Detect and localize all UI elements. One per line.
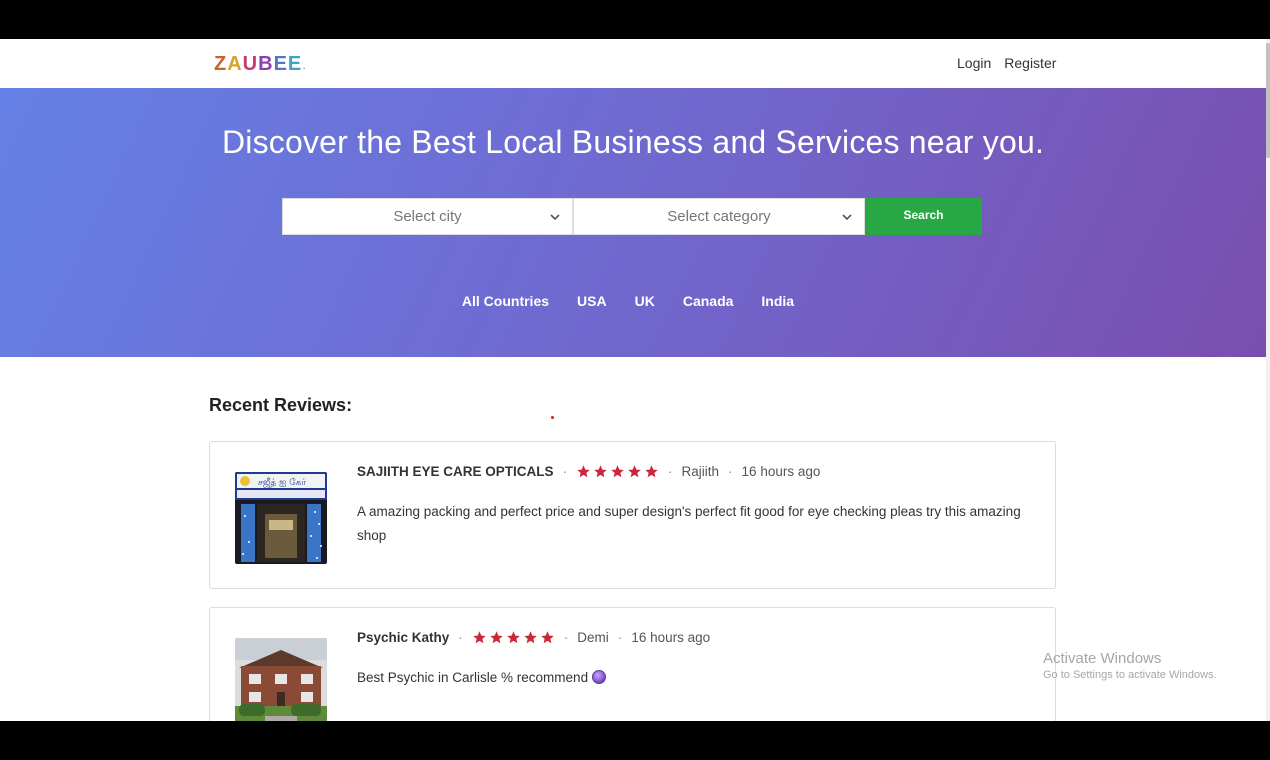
navbar: Z A U B E E ▪ Login Register xyxy=(0,39,1266,88)
country-link-usa[interactable]: USA xyxy=(577,293,607,309)
star-icon xyxy=(473,631,486,644)
recent-reviews-title: Recent Reviews: xyxy=(209,395,353,415)
chevron-down-icon xyxy=(842,214,852,221)
login-link[interactable]: Login xyxy=(957,55,991,71)
dot-separator: · xyxy=(617,630,623,645)
review-time: 16 hours ago xyxy=(631,630,711,645)
dot-separator: · xyxy=(562,464,568,479)
business-name-link[interactable]: Psychic Kathy xyxy=(357,630,449,645)
rating-stars xyxy=(576,464,659,479)
logo-letter: A xyxy=(227,53,243,75)
house-photo xyxy=(235,638,327,721)
country-link-canada[interactable]: Canada xyxy=(683,293,734,309)
country-filter: All Countries USA UK Canada India xyxy=(0,293,1266,309)
business-thumbnail[interactable] xyxy=(235,638,327,721)
reviewer-name: Rajiith xyxy=(681,464,720,479)
review-header: SAJIITH EYE CARE OPTICALS · · Rajiith · … xyxy=(357,464,820,479)
register-link[interactable]: Register xyxy=(1004,55,1056,71)
star-icon xyxy=(507,631,520,644)
page-scrollbar[interactable] xyxy=(1266,39,1270,721)
dot-separator: · xyxy=(728,464,733,479)
star-icon xyxy=(541,631,554,644)
dot-separator: · xyxy=(563,630,569,645)
city-select[interactable]: Select city xyxy=(282,198,573,235)
rating-stars xyxy=(472,630,555,645)
screen-bottom-letterbox xyxy=(0,721,1270,760)
watermark-subtitle: Go to Settings to activate Windows. xyxy=(1043,669,1217,681)
search-form: Select city Select category Search xyxy=(282,198,982,235)
logo-letter: E xyxy=(273,53,288,75)
review-card: Psychic Kathy · · Demi · 16 hours ago Be… xyxy=(209,607,1056,721)
chevron-down-icon xyxy=(550,214,560,221)
city-select-value: Select city xyxy=(393,208,462,225)
logo-letter: E xyxy=(287,53,303,75)
windows-activation-watermark: Activate Windows Go to Settings to activ… xyxy=(1043,650,1217,681)
search-button[interactable]: Search xyxy=(865,198,982,235)
dot-separator: · xyxy=(668,464,673,479)
nav-links: Login Register xyxy=(957,55,1056,71)
country-link-india[interactable]: India xyxy=(761,293,794,309)
site-logo[interactable]: Z A U B E E ▪ xyxy=(214,52,306,81)
star-icon xyxy=(645,465,658,478)
star-icon xyxy=(524,631,537,644)
crystal-ball-icon xyxy=(592,670,607,684)
review-text: Best Psychic in Carlisle % recommend xyxy=(357,666,1037,690)
logo-letter: U xyxy=(242,53,259,75)
reviewer-name: Demi xyxy=(577,630,609,645)
stray-dot xyxy=(551,416,554,419)
review-text: A amazing packing and perfect price and … xyxy=(357,504,1021,543)
logo-letter: Z xyxy=(214,53,228,75)
watermark-title: Activate Windows xyxy=(1043,650,1162,667)
business-thumbnail[interactable]: சஜீத் ஐ கேர் xyxy=(235,472,327,564)
review-card: சஜீத் ஐ கேர் SAJIITH EYE CARE OPTICALS · xyxy=(209,441,1056,589)
shop-sign-text: சஜீத் ஐ கேர் xyxy=(258,478,306,488)
business-name-link[interactable]: SAJIITH EYE CARE OPTICALS xyxy=(357,464,554,479)
country-link-uk[interactable]: UK xyxy=(635,293,655,309)
dot-separator: · xyxy=(458,630,463,645)
review-text-body: Best Psychic in Carlisle % recommend xyxy=(357,670,589,685)
category-select-value: Select category xyxy=(667,208,771,225)
category-select[interactable]: Select category xyxy=(573,198,865,235)
star-icon xyxy=(577,465,590,478)
logo-letter: B xyxy=(258,53,274,75)
hero-title: Discover the Best Local Business and Ser… xyxy=(221,124,1045,160)
star-icon xyxy=(594,465,607,478)
optical-shop-photo: சஜீத் ஐ கேர் xyxy=(235,472,327,564)
logo-mark: ▪ xyxy=(303,66,307,72)
scrollbar-thumb[interactable] xyxy=(1266,43,1270,158)
star-icon xyxy=(490,631,503,644)
review-header: Psychic Kathy · · Demi · 16 hours ago xyxy=(357,630,710,645)
star-icon xyxy=(611,465,624,478)
screen-top-letterbox xyxy=(0,0,1270,39)
review-time: 16 hours ago xyxy=(741,464,821,479)
hero-banner: Discover the Best Local Business and Ser… xyxy=(0,88,1266,357)
star-icon xyxy=(628,465,641,478)
browser-viewport: Z A U B E E ▪ Login Register Discover th… xyxy=(0,39,1270,721)
country-link-all[interactable]: All Countries xyxy=(462,293,549,309)
